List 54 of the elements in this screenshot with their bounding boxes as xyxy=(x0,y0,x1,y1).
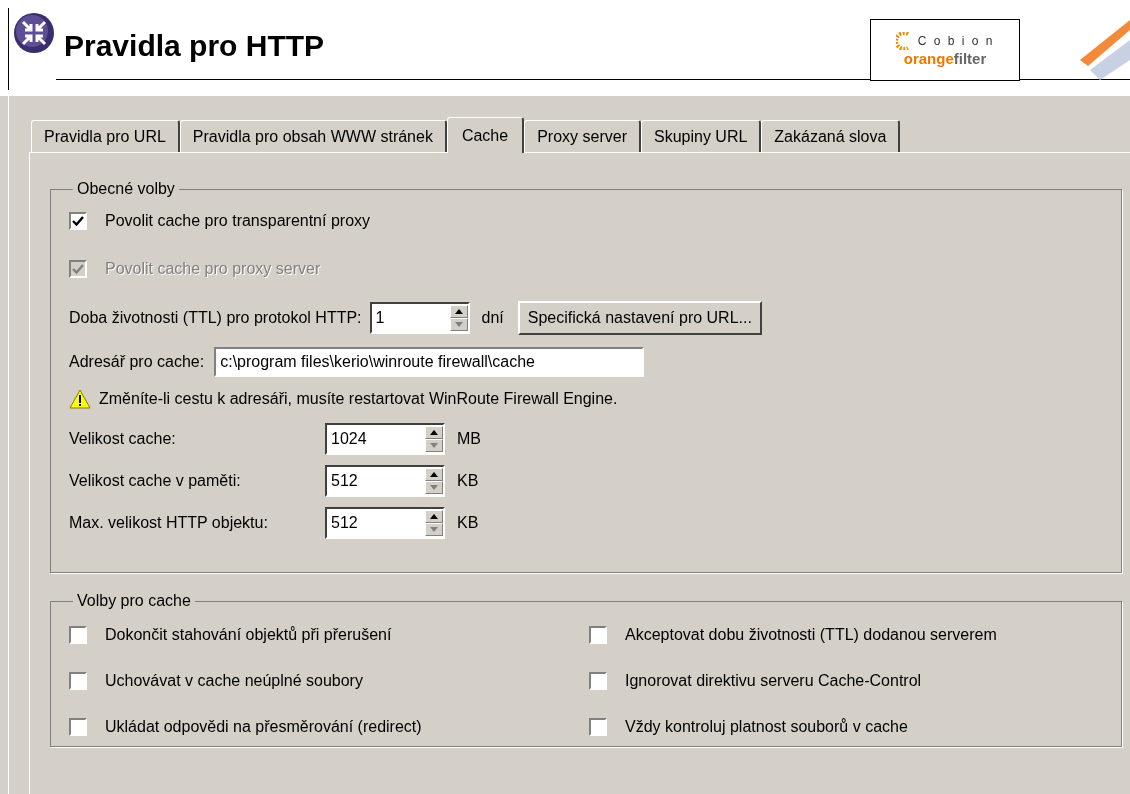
spin-down-icon[interactable] xyxy=(425,481,443,494)
spin-field[interactable]: 1024 xyxy=(325,423,445,455)
checkbox-label: Povolit cache pro transparentní proxy xyxy=(105,211,371,231)
tab[interactable]: Cache xyxy=(446,117,525,153)
checkbox-label: Dokončit stahování objektů při přerušení xyxy=(105,625,392,645)
warning-text: Změníte-li cestu k adresáři, musíte restartovat WinRoute Firewall Engine. xyxy=(99,389,618,409)
checkbox-label: Uchovávat v cache neúplné soubory xyxy=(105,671,363,691)
group-title: Volby pro cache xyxy=(76,591,192,611)
logo-icon xyxy=(895,31,912,50)
spin-up-icon[interactable] xyxy=(449,305,468,318)
spin-field[interactable]: 1 xyxy=(369,302,470,334)
specific-settings-button[interactable]: Specifická nastavení pro URL... xyxy=(517,301,762,335)
field-label: Velikost cache: xyxy=(69,429,177,449)
field-label: Adresář pro cache: xyxy=(69,352,205,372)
group-title: Obecné volby xyxy=(76,179,176,199)
spin-up-icon[interactable] xyxy=(425,510,443,523)
spin-field[interactable]: 512 xyxy=(325,465,445,497)
checkbox-label: Akceptovat dobu životnosti (TTL) dodanou serverem xyxy=(625,625,997,645)
spin-down-icon[interactable] xyxy=(425,439,443,452)
spin-down-icon[interactable] xyxy=(449,318,468,331)
checkbox-label: Vždy kontroluj platnost souborů v cache xyxy=(625,717,908,737)
checkbox[interactable] xyxy=(69,626,87,644)
logo-brand: orange xyxy=(903,49,954,67)
checkbox-label: Povolit cache pro proxy server xyxy=(105,259,321,279)
tab[interactable]: Pravidla pro obsah WWW stránek xyxy=(179,120,447,152)
checkbox-label: Ignorovat direktivu serveru Cache-Control xyxy=(625,671,922,691)
logo-text: C o b i o n xyxy=(917,32,995,50)
checkbox[interactable] xyxy=(69,212,87,230)
page-title: Pravidla pro HTTP xyxy=(63,28,325,64)
spin-up-icon[interactable] xyxy=(425,426,443,439)
logo-brand: filter xyxy=(953,49,987,67)
spin-field[interactable]: 512 xyxy=(325,507,445,539)
unit-label: MB xyxy=(457,429,481,449)
field-label: Max. velikost HTTP objektu: xyxy=(69,513,269,533)
spin-up-icon[interactable] xyxy=(425,468,443,481)
checkbox[interactable] xyxy=(589,626,607,644)
tab[interactable]: Proxy server xyxy=(524,120,641,152)
unit-label: KB xyxy=(457,471,479,491)
checkbox[interactable] xyxy=(589,718,607,736)
checkbox[interactable] xyxy=(589,672,607,690)
checkbox[interactable] xyxy=(69,672,87,690)
checkbox-label: Ukládat odpovědi na přesměrování (redirect) xyxy=(105,717,422,737)
warning-icon xyxy=(69,389,91,409)
unit-label: KB xyxy=(457,513,479,533)
input-field[interactable]: c:\program files\kerio\winroute firewall\cache xyxy=(214,347,645,377)
tab[interactable]: Zakázaná slova xyxy=(761,120,901,152)
spin-down-icon[interactable] xyxy=(425,523,443,536)
tab[interactable]: Skupiny URL xyxy=(640,120,762,152)
arrows-logo-icon xyxy=(13,12,55,54)
tab[interactable]: Pravidla pro URL xyxy=(31,120,180,152)
unit-label: dní xyxy=(481,308,504,328)
field-label: Doba životnosti (TTL) pro protokol HTTP: xyxy=(69,308,362,328)
checkbox[interactable] xyxy=(69,718,87,736)
field-label: Velikost cache v paměti: xyxy=(69,471,242,491)
